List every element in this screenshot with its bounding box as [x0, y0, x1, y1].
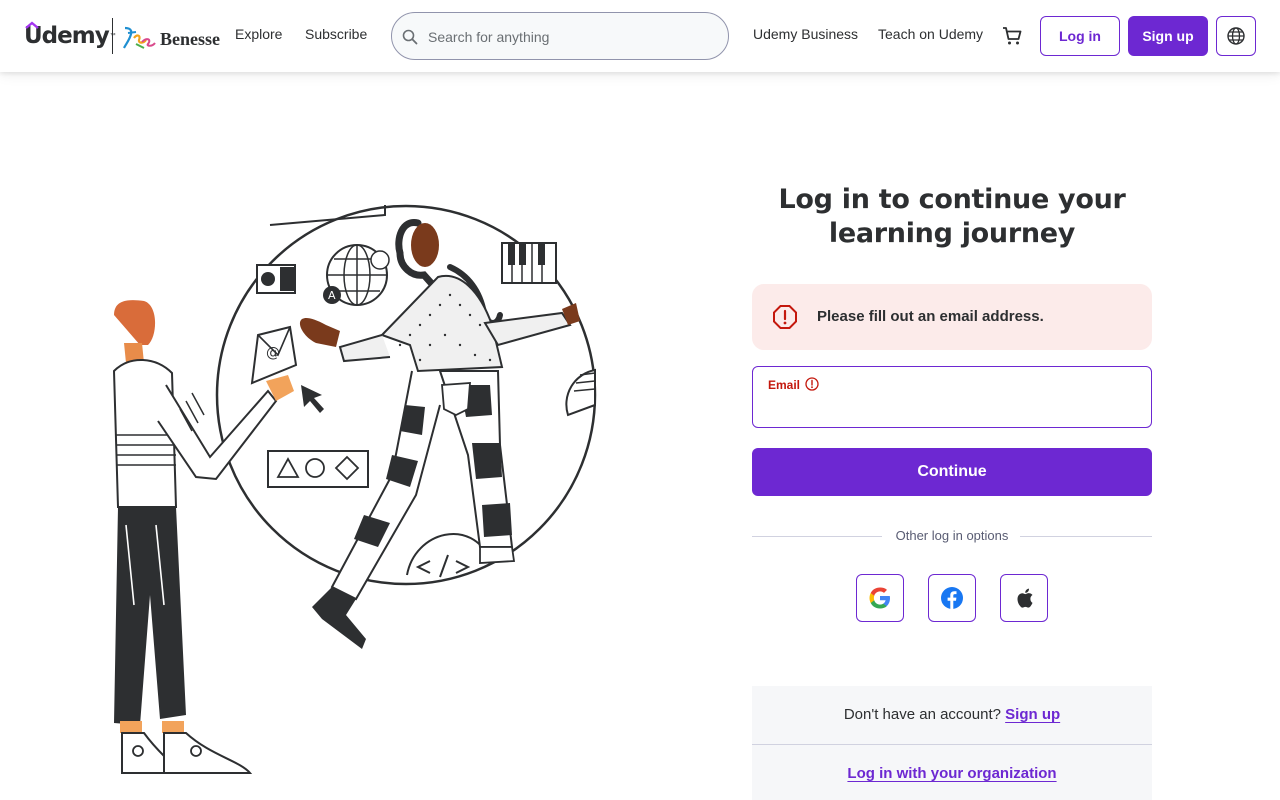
no-account-text: Don't have an account?	[843, 706, 1001, 723]
error-alert: Please fill out an email address.	[752, 284, 1152, 350]
error-octagon-icon	[773, 305, 797, 329]
login-title-line1: Log in to continue your	[778, 184, 1126, 215]
search-icon[interactable]	[401, 28, 419, 46]
search-input[interactable]	[428, 27, 708, 47]
login-button[interactable]: Log in	[1040, 16, 1120, 56]
error-alert-message: Please fill out an email address.	[817, 308, 1044, 325]
error-circle-icon	[805, 377, 819, 391]
nav-explore[interactable]: Explore	[235, 26, 282, 42]
no-account-row: Don't have an account? Sign up	[752, 706, 1152, 723]
benesse-logo: Benesse	[122, 22, 220, 52]
top-nav-bar: Udemy™ Benesse Explore Subscribe Udemy B…	[0, 0, 1280, 72]
email-input[interactable]	[767, 397, 1137, 419]
google-login-button[interactable]	[856, 574, 904, 622]
other-options-divider: Other log in options	[752, 526, 1152, 546]
facebook-icon	[941, 587, 963, 609]
svg-text:@: @	[266, 345, 280, 361]
login-title-line2: learning journey	[828, 218, 1076, 249]
partner-brand-name: Benesse	[160, 28, 220, 49]
nav-teach-on-udemy[interactable]: Teach on Udemy	[878, 26, 983, 42]
login-illustration: A @	[112, 204, 597, 774]
logo-divider	[112, 18, 113, 54]
email-field-label: Email	[768, 378, 801, 392]
benesse-mark-icon	[123, 26, 156, 49]
footer-separator	[752, 744, 1152, 745]
nav-subscribe[interactable]: Subscribe	[305, 26, 367, 42]
signup-link[interactable]: Sign up	[1005, 706, 1060, 723]
globe-icon	[1227, 27, 1245, 45]
apple-icon	[1017, 588, 1033, 608]
continue-button[interactable]: Continue	[752, 448, 1152, 496]
divider-line-right	[1020, 536, 1152, 537]
language-button[interactable]	[1216, 16, 1256, 56]
facebook-login-button[interactable]	[928, 574, 976, 622]
nav-udemy-business[interactable]: Udemy Business	[753, 26, 858, 42]
udemy-hat-icon	[25, 21, 39, 29]
org-login-row: Log in with your organization	[752, 765, 1152, 782]
svg-text:A: A	[328, 289, 336, 302]
google-icon	[869, 587, 890, 609]
signup-footer: Don't have an account? Sign up Log in wi…	[752, 686, 1152, 800]
apple-login-button[interactable]	[1000, 574, 1048, 622]
email-field[interactable]: Email	[752, 366, 1152, 428]
cart-icon[interactable]	[1000, 24, 1024, 48]
signup-button[interactable]: Sign up	[1128, 16, 1208, 56]
org-login-link[interactable]: Log in with your organization	[847, 765, 1056, 782]
search-bar[interactable]	[391, 12, 729, 60]
udemy-logo[interactable]: Udemy™	[24, 20, 116, 52]
login-title: Log in to continue your learning journey	[752, 183, 1152, 251]
